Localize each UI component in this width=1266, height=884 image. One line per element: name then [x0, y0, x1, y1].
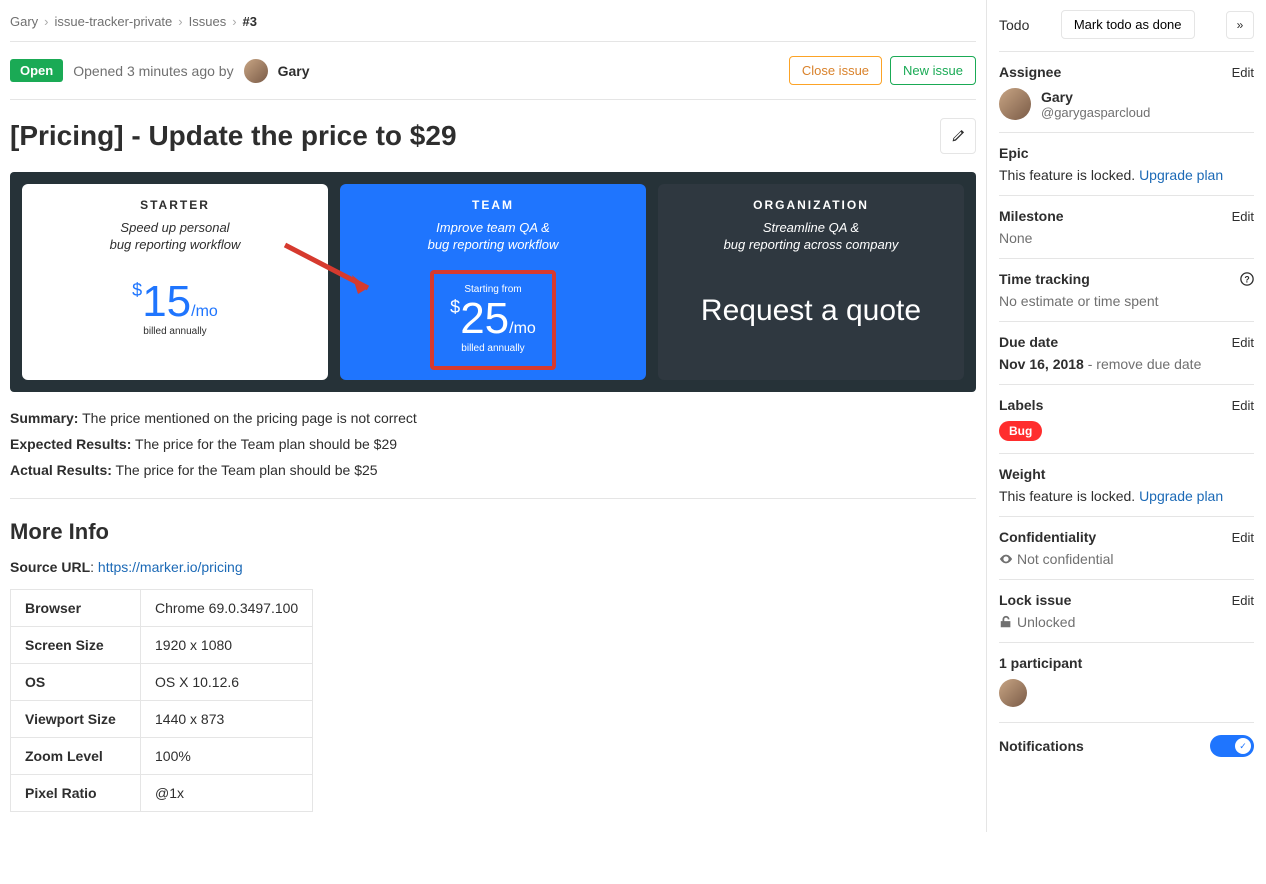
edit-milestone-link[interactable]: Edit [1232, 209, 1254, 224]
time-tracking-label: Time tracking [999, 271, 1090, 287]
participants-label: 1 participant [999, 655, 1082, 671]
time-tracking-value: No estimate or time spent [999, 293, 1254, 309]
breadcrumb-section[interactable]: Issues [189, 14, 227, 29]
expected-results-line: Expected Results: The price for the Team… [10, 436, 976, 452]
epic-label: Epic [999, 145, 1029, 161]
breadcrumb: Gary › issue-tracker-private › Issues › #3 [10, 10, 976, 42]
locked-text: This feature is locked. [999, 167, 1139, 183]
table-row: Zoom Level100% [11, 738, 313, 775]
breadcrumb-user[interactable]: Gary [10, 14, 38, 29]
assignee-label: Assignee [999, 64, 1061, 80]
locked-text: This feature is locked. [999, 488, 1139, 504]
edit-labels-link[interactable]: Edit [1232, 398, 1254, 413]
author-link[interactable]: Gary [278, 63, 310, 79]
eye-icon [999, 552, 1013, 566]
chevron-right-icon: » [1237, 18, 1244, 32]
upgrade-plan-link[interactable]: Upgrade plan [1139, 488, 1223, 504]
notifications-toggle[interactable]: ✓ [1210, 735, 1254, 757]
table-row: BrowserChrome 69.0.3497.100 [11, 590, 313, 627]
confidentiality-label: Confidentiality [999, 529, 1096, 545]
lock-issue-label: Lock issue [999, 592, 1071, 608]
summary-line: Summary: The price mentioned on the pric… [10, 410, 976, 426]
status-badge: Open [10, 59, 63, 82]
chevron-right-icon: › [44, 14, 48, 29]
svg-text:?: ? [1244, 275, 1249, 285]
due-date-label: Due date [999, 334, 1058, 350]
new-issue-button[interactable]: New issue [890, 56, 976, 85]
plan-tagline: Improve team QA &bug reporting workflow [352, 220, 634, 254]
milestone-label: Milestone [999, 208, 1064, 224]
avatar[interactable] [244, 59, 268, 83]
issue-title: [Pricing] - Update the price to $29 [10, 120, 457, 152]
collapse-sidebar-button[interactable]: » [1226, 11, 1254, 39]
pricing-card-team: TEAM Improve team QA &bug reporting work… [340, 184, 646, 380]
table-row: OSOS X 10.12.6 [11, 664, 313, 701]
assignee-handle: @garygasparcloud [1041, 105, 1150, 120]
actual-results-line: Actual Results: The price for the Team p… [10, 462, 976, 478]
plan-tier-label: ORGANIZATION [670, 198, 952, 212]
unlock-icon [999, 615, 1013, 629]
annotation-arrow-icon [280, 240, 390, 320]
plan-billing: billed annually [132, 326, 218, 337]
todo-label: Todo [999, 17, 1029, 33]
table-row: Screen Size1920 x 1080 [11, 627, 313, 664]
due-date-value: Nov 16, 2018 [999, 356, 1084, 372]
mark-todo-done-button[interactable]: Mark todo as done [1061, 10, 1195, 39]
table-row: Pixel Ratio@1x [11, 775, 313, 812]
close-issue-button[interactable]: Close issue [789, 56, 882, 85]
weight-label: Weight [999, 466, 1045, 482]
edit-due-date-link[interactable]: Edit [1232, 335, 1254, 350]
chevron-right-icon: › [232, 14, 236, 29]
avatar[interactable] [999, 88, 1031, 120]
pricing-card-org: ORGANIZATION Streamline QA &bug reportin… [658, 184, 964, 380]
upgrade-plan-link[interactable]: Upgrade plan [1139, 167, 1223, 183]
notifications-label: Notifications [999, 738, 1084, 754]
annotation-highlight: Starting from $25/mo billed annually [430, 270, 556, 370]
edit-assignee-link[interactable]: Edit [1232, 65, 1254, 80]
breadcrumb-repo[interactable]: issue-tracker-private [55, 14, 173, 29]
table-row: Viewport Size1440 x 873 [11, 701, 313, 738]
plan-price: $15/mo [132, 280, 218, 324]
remove-due-date-link[interactable]: - remove due date [1084, 356, 1202, 372]
avatar[interactable] [999, 679, 1027, 707]
more-info-heading: More Info [10, 519, 976, 545]
plan-tier-label: STARTER [34, 198, 316, 212]
environment-table: BrowserChrome 69.0.3497.100 Screen Size1… [10, 589, 313, 812]
milestone-value: None [999, 230, 1254, 246]
opened-text: Opened 3 minutes ago by [73, 63, 233, 79]
source-url-link[interactable]: https://marker.io/pricing [98, 559, 243, 575]
labels-label: Labels [999, 397, 1043, 413]
plan-billing: billed annually [450, 343, 536, 354]
bug-label-chip[interactable]: Bug [999, 421, 1042, 441]
plan-price: $25/mo [450, 297, 536, 341]
edit-lock-link[interactable]: Edit [1232, 593, 1254, 608]
help-icon[interactable]: ? [1240, 272, 1254, 286]
plan-tagline: Streamline QA &bug reporting across comp… [670, 220, 952, 254]
edit-confidentiality-link[interactable]: Edit [1232, 530, 1254, 545]
chevron-right-icon: › [178, 14, 182, 29]
breadcrumb-id: #3 [243, 14, 257, 29]
attached-image: STARTER Speed up personalbug reporting w… [10, 172, 976, 392]
check-icon: ✓ [1239, 741, 1247, 752]
lock-value: Unlocked [1017, 614, 1075, 630]
assignee-name[interactable]: Gary [1041, 89, 1150, 105]
confidentiality-value: Not confidential [1017, 551, 1114, 567]
plan-tier-label: TEAM [352, 198, 634, 212]
pencil-icon [951, 129, 965, 143]
source-url-line: Source URL: https://marker.io/pricing [10, 559, 976, 575]
edit-title-button[interactable] [940, 118, 976, 154]
plan-quote: Request a quote [670, 294, 952, 328]
plan-tagline: Speed up personalbug reporting workflow [34, 220, 316, 254]
